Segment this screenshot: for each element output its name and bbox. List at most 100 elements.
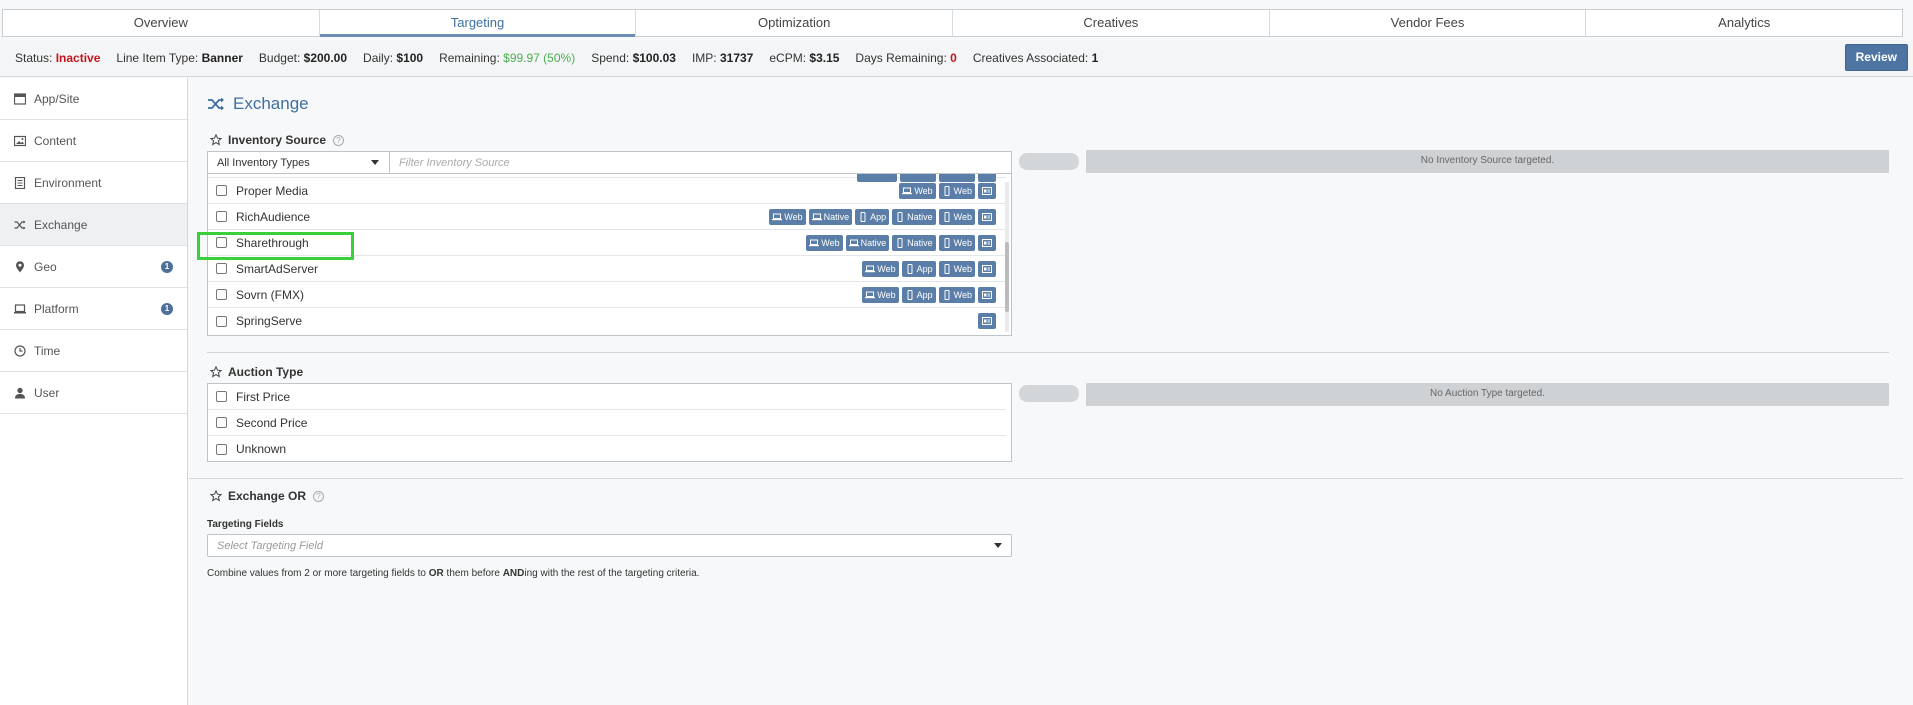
laptop-icon — [902, 187, 913, 195]
native-mobile-pill: Native — [892, 235, 936, 251]
laptop-icon — [809, 239, 820, 247]
scrollbar-thumb[interactable] — [1005, 242, 1009, 312]
caret-down-icon — [994, 543, 1002, 548]
sidebar-item-app-site[interactable]: App/Site — [0, 78, 187, 120]
remaining-stat: Remaining: $99.97 (50%) — [439, 51, 576, 65]
sidebar-item-label: Geo — [34, 259, 57, 274]
clear-all-toggle[interactable] — [1019, 153, 1079, 170]
caret-down-icon — [371, 160, 379, 165]
mobile-icon — [944, 290, 950, 300]
auction-type-label: Auction Type — [210, 365, 303, 379]
laptop-icon — [865, 265, 876, 273]
clock-icon — [14, 344, 26, 357]
sidebar-item-content[interactable]: Content — [0, 120, 187, 162]
tab-optimization[interactable]: Optimization — [636, 10, 954, 36]
tab-analytics[interactable]: Analytics — [1586, 10, 1902, 36]
imp-stat: IMP: 31737 — [691, 51, 754, 65]
help-icon[interactable]: ? — [313, 490, 325, 502]
auction-type-name: Second Price — [236, 415, 308, 430]
web-desktop-pill: Web — [899, 183, 936, 199]
web-desktop-pill: Web — [862, 287, 899, 303]
status-stat: Status: Inactive — [15, 51, 101, 65]
tab-creatives[interactable]: Creatives — [953, 10, 1270, 36]
image-icon — [14, 135, 26, 147]
inventory-type-dropdown[interactable]: All Inventory Types — [208, 152, 390, 173]
sidebar-item-label: Exchange — [34, 217, 88, 232]
row-checkbox[interactable] — [216, 417, 227, 428]
auction-type-panel: First Price Second Price Unknown — [207, 383, 1012, 462]
inventory-row-richaudience: RichAudience Web Native App Native Web — [208, 204, 1006, 230]
row-checkbox[interactable] — [216, 263, 227, 274]
star-icon[interactable] — [210, 134, 222, 146]
sidebar-item-geo[interactable]: Geo 1 — [0, 246, 187, 288]
web-mobile-pill: Web — [938, 261, 975, 277]
row-checkbox[interactable] — [216, 185, 227, 196]
filter-inventory-source-input[interactable] — [390, 152, 1011, 173]
help-icon[interactable]: ? — [333, 134, 345, 146]
row-checkbox[interactable] — [216, 443, 227, 455]
daily-stat: Daily: $100 — [363, 51, 424, 65]
selection-highlight — [197, 232, 354, 260]
divider — [189, 478, 1903, 479]
mobile-icon — [907, 264, 913, 274]
line-item-status-bar: Status: Inactive Line Item Type: Banner … — [0, 40, 1913, 77]
id-card-icon — [978, 261, 996, 277]
inventory-list-scrollbar[interactable] — [1005, 182, 1009, 332]
native-desktop-pill: Native — [845, 235, 890, 251]
laptop-icon — [865, 291, 876, 299]
inventory-row-sovrn-fmx: Sovrn (FMX) Web App Web — [208, 282, 1006, 308]
budget-stat: Budget: $200.00 — [258, 51, 348, 65]
shuffle-icon — [14, 219, 26, 231]
web-mobile-pill: Web — [938, 183, 975, 199]
line-item-type-stat: Line Item Type: Banner — [116, 51, 243, 65]
laptop-icon — [811, 213, 822, 221]
id-card-icon — [978, 209, 996, 225]
sidebar-item-exchange[interactable]: Exchange — [0, 204, 187, 246]
sidebar-item-time[interactable]: Time — [0, 330, 187, 372]
mobile-icon — [907, 290, 913, 300]
page-title: Exchange — [207, 94, 309, 114]
row-checkbox[interactable] — [216, 289, 227, 300]
row-checkbox[interactable] — [216, 391, 227, 402]
sidebar-item-label: Time — [34, 343, 61, 358]
inventory-source-name: SpringServe — [236, 314, 303, 328]
sidebar-item-label: User — [34, 385, 60, 400]
row-checkbox[interactable] — [216, 315, 227, 327]
days-remaining-stat: Days Remaining: 0 — [855, 51, 957, 65]
mobile-icon — [944, 238, 950, 248]
divider — [207, 352, 1889, 353]
count-badge: 1 — [161, 261, 173, 273]
tab-targeting[interactable]: Targeting — [319, 10, 637, 37]
sidebar-item-environment[interactable]: Environment — [0, 162, 187, 204]
native-mobile-pill: Native — [892, 209, 936, 225]
mobile-icon — [897, 212, 903, 222]
star-icon[interactable] — [210, 366, 222, 378]
exchange-or-label: Exchange OR ? — [210, 489, 325, 503]
laptop-icon — [772, 213, 783, 221]
window-icon — [14, 92, 26, 105]
mobile-icon — [860, 212, 866, 222]
tab-vendor-fees[interactable]: Vendor Fees — [1270, 10, 1587, 36]
top-tabs: Overview Targeting Optimization Creative… — [2, 9, 1903, 37]
inventory-source-name: Sovrn (FMX) — [236, 287, 305, 302]
sidebar-item-platform[interactable]: Platform 1 — [0, 288, 187, 330]
star-icon[interactable] — [210, 490, 222, 502]
shuffle-icon — [208, 97, 224, 111]
inventory-row-proper-media: Proper Media Web Web — [208, 178, 1006, 204]
app-mobile-pill: App — [901, 261, 936, 277]
auction-row-second-price: Second Price — [208, 410, 1006, 436]
inventory-source-targeted-summary: No Inventory Source targeted. — [1086, 150, 1889, 173]
web-mobile-pill: Web — [938, 287, 975, 303]
review-button[interactable]: Review — [1844, 44, 1908, 71]
clear-all-toggle[interactable] — [1019, 385, 1079, 402]
tab-overview[interactable]: Overview — [3, 10, 320, 36]
targeting-field-select[interactable]: Select Targeting Field — [207, 534, 1012, 557]
row-checkbox[interactable] — [216, 211, 227, 222]
sidebar-item-user[interactable]: User — [0, 372, 187, 414]
sidebar-item-label: Platform — [34, 301, 79, 316]
id-card-icon — [978, 313, 996, 329]
auction-type-name: Unknown — [236, 442, 287, 456]
inventory-filter-bar: All Inventory Types — [208, 152, 1011, 174]
web-desktop-pill: Web — [806, 235, 843, 251]
sidebar-item-label: Environment — [34, 175, 102, 190]
